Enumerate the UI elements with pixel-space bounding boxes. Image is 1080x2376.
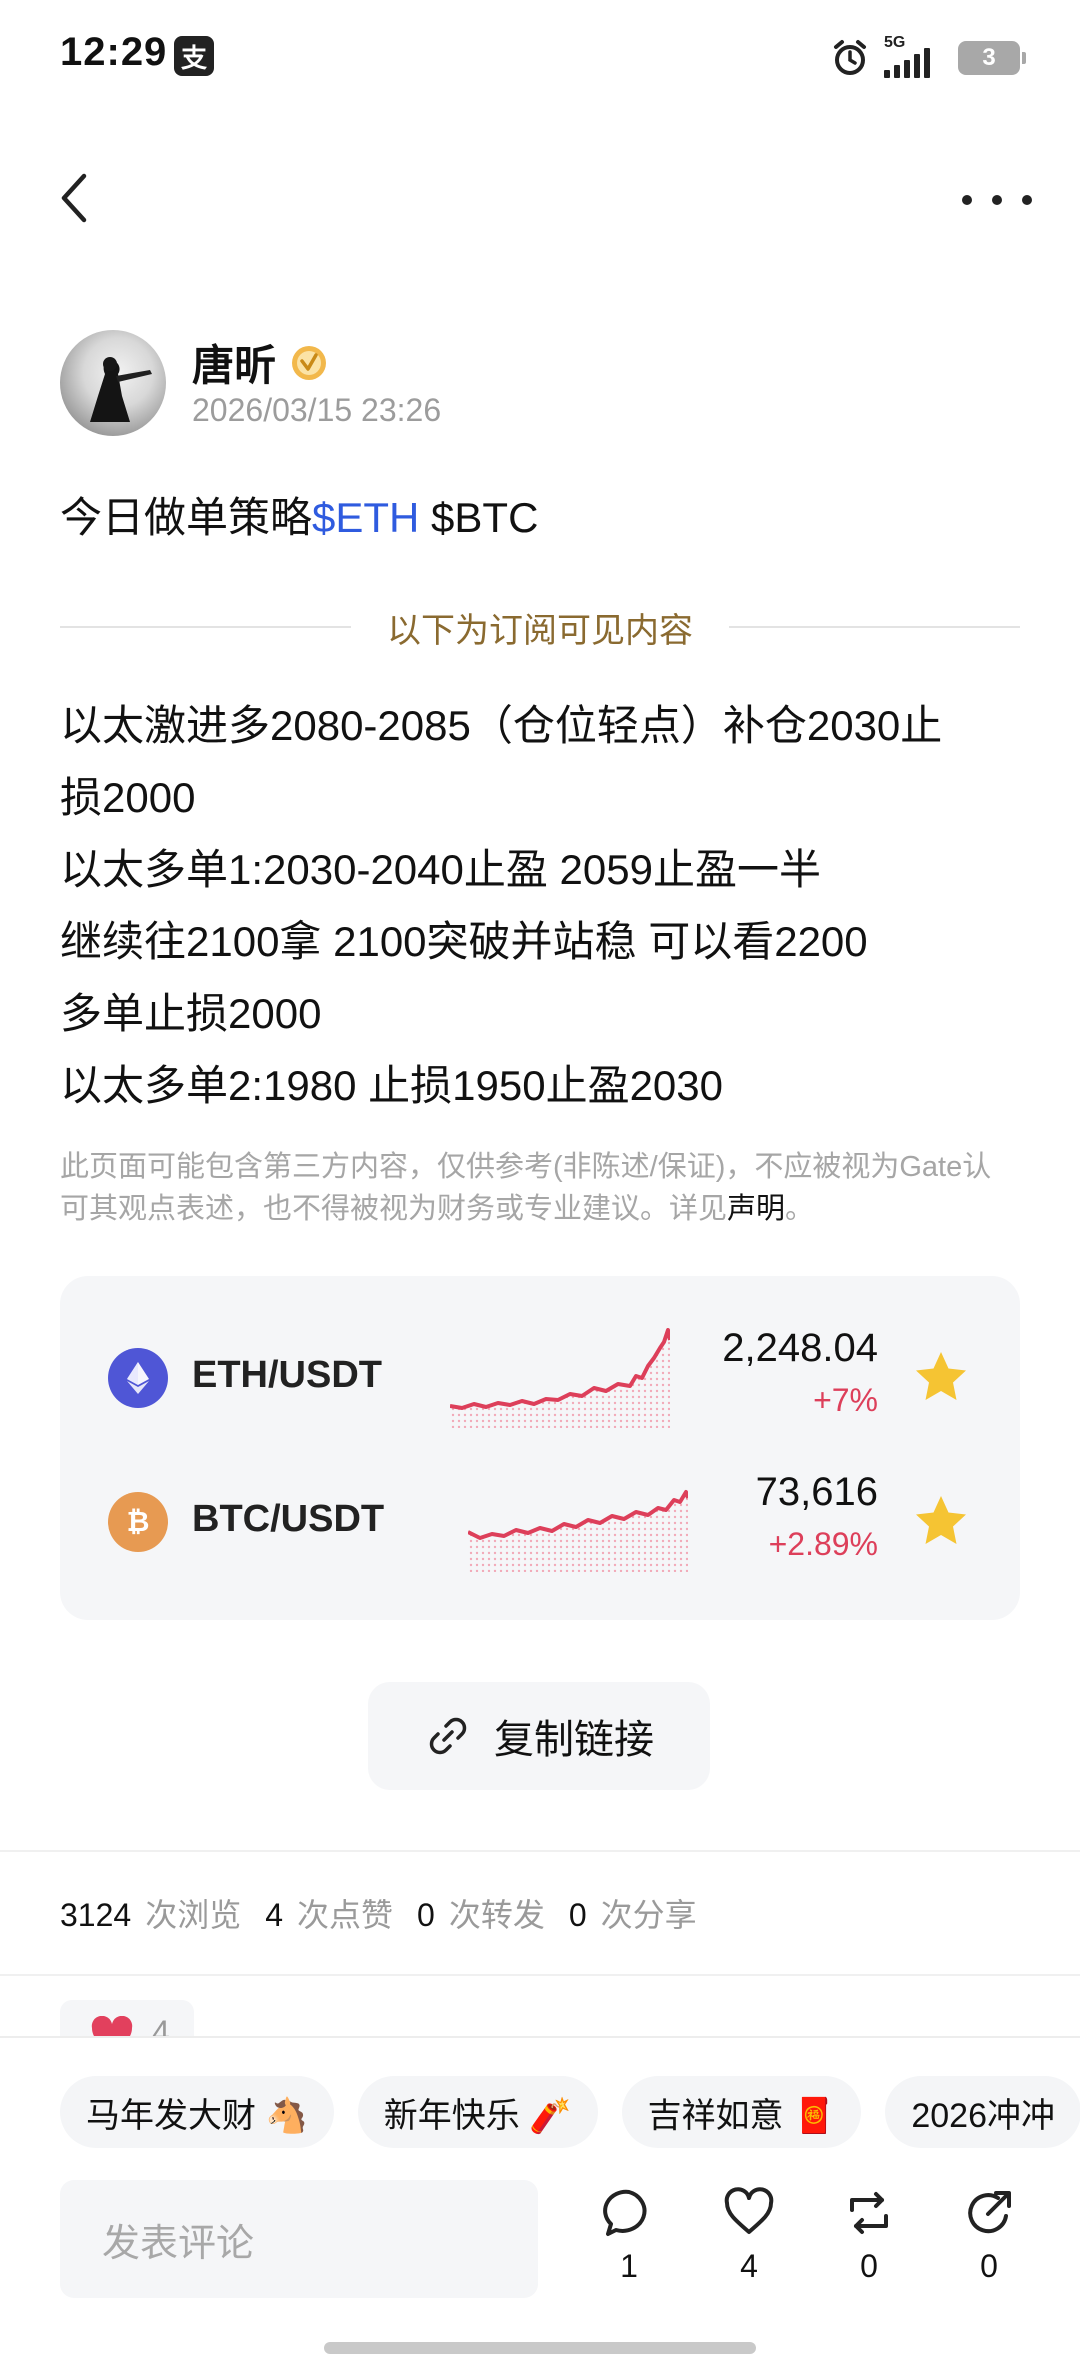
- subscriber-divider-label: 以下为订阅可见内容: [387, 611, 693, 650]
- repost-count: 0: [860, 2248, 878, 2284]
- divider: [0, 1850, 1080, 1852]
- back-arrow-icon[interactable]: [52, 170, 112, 230]
- svg-text:₿: ₿: [127, 1505, 150, 1538]
- status-time: 12:29: [60, 30, 168, 74]
- body-line: 多单止损2000: [60, 990, 322, 1037]
- home-indicator[interactable]: [324, 2342, 756, 2354]
- body-line: 继续往2100拿 2100突破并站稳 可以看2200: [60, 918, 868, 965]
- star-icon[interactable]: [912, 1348, 970, 1406]
- btc-sparkline: [468, 1490, 688, 1572]
- post-body: 以太激进多2080-2085（仓位轻点）补仓2030止 损2000 以太多单1:…: [60, 690, 1030, 1122]
- repost-button[interactable]: 0: [834, 2186, 904, 2285]
- quick-reply-chip[interactable]: 吉祥如意 🧧: [621, 2076, 862, 2148]
- eth-sparkline: [450, 1328, 670, 1428]
- quick-reply-chips: 马年发大财 🐴 新年快乐 🧨 吉祥如意 🧧 2026冲冲: [60, 2076, 1080, 2150]
- disclaimer-link[interactable]: 声明: [727, 1193, 785, 1225]
- market-card: ETH/USDT 2,248.04 +7% ₿ BTC/USDT 73,616 …: [60, 1276, 1020, 1620]
- btc-price: 73,616: [755, 1470, 878, 1514]
- post-title: 今日做单策略$ETH $BTC: [60, 484, 538, 545]
- link-icon: [429, 1717, 467, 1755]
- comment-button[interactable]: 1: [594, 2186, 664, 2285]
- bottom-panel: 马年发大财 🐴 新年快乐 🧨 吉祥如意 🧧 2026冲冲 发表评论 1 4 0 …: [0, 2036, 1080, 2376]
- eth-tag-link[interactable]: $ETH: [312, 494, 419, 541]
- avatar[interactable]: [60, 330, 166, 436]
- more-dots-icon[interactable]: [962, 180, 1032, 220]
- body-line: 以太激进多2080-2085（仓位轻点）补仓2030止: [60, 702, 943, 749]
- pair-name: ETH/USDT: [192, 1354, 382, 1396]
- bitcoin-icon: ₿: [108, 1492, 168, 1552]
- signal-icon: 5G: [884, 34, 944, 78]
- like-count: 4: [740, 2248, 758, 2284]
- nav-bar: [0, 160, 1080, 240]
- quick-reply-chip[interactable]: 马年发大财 🐴: [60, 2076, 334, 2148]
- btc-tag-link[interactable]: $BTC: [419, 494, 538, 541]
- market-row-eth[interactable]: ETH/USDT 2,248.04 +7%: [60, 1318, 1020, 1438]
- pair-name: BTC/USDT: [192, 1498, 385, 1540]
- likes-count: 4: [265, 1897, 283, 1933]
- copy-link-label: 复制链接: [494, 1718, 654, 1762]
- alipay-notification-icon: 支: [174, 36, 214, 76]
- disclaimer-text: 此页面可能包含第三方内容，仅供参考(非陈述/保证)，不应被视为Gate认可其观点…: [60, 1151, 992, 1225]
- eth-price: 2,248.04: [722, 1326, 878, 1370]
- like-button[interactable]: 4: [714, 2186, 784, 2285]
- quick-reply-chip[interactable]: 2026冲冲: [885, 2076, 1080, 2148]
- share-button[interactable]: 0: [954, 2186, 1024, 2285]
- status-bar: 12:29 支 5G 3: [0, 0, 1080, 120]
- comment-bubble-icon: [603, 2189, 647, 2236]
- status-indicators: 5G 3: [830, 34, 1026, 78]
- verified-badge-icon: [290, 344, 328, 382]
- title-text: 今日做单策略: [60, 494, 313, 541]
- subscriber-divider: 以下为订阅可见内容: [60, 602, 1020, 652]
- eth-change: +7%: [813, 1382, 878, 1418]
- quick-reply-chip[interactable]: 新年快乐 🧨: [357, 2076, 598, 2148]
- star-icon[interactable]: [912, 1492, 970, 1550]
- reposts-label: 次转发: [448, 1897, 545, 1933]
- heart-outline-icon: [724, 2187, 774, 2234]
- author-name[interactable]: 唐昕: [192, 332, 276, 393]
- disclaimer: 此页面可能包含第三方内容，仅供参考(非陈述/保证)，不应被视为Gate认可其观点…: [60, 1146, 1020, 1230]
- author-header: 唐昕 2026/03/15 23:26: [60, 330, 1020, 440]
- market-row-btc[interactable]: ₿ BTC/USDT 73,616 +2.89%: [60, 1462, 1020, 1582]
- divider: [0, 1974, 1080, 1976]
- btc-change: +2.89%: [768, 1526, 878, 1562]
- shares-label: 次分享: [600, 1897, 697, 1933]
- views-label: 次浏览: [145, 1897, 242, 1933]
- comment-input[interactable]: 发表评论: [60, 2180, 538, 2298]
- post-timestamp: 2026/03/15 23:26: [192, 392, 442, 428]
- body-line: 以太多单2:1980 止损1950止盈2030: [60, 1062, 723, 1109]
- battery-icon: 3: [958, 41, 1026, 75]
- reposts-count: 0: [417, 1897, 435, 1933]
- author-name-row: 唐昕: [192, 332, 328, 393]
- ethereum-icon: [108, 1348, 168, 1408]
- repost-icon: [850, 2192, 888, 2234]
- post-stats: 3124 次浏览 4 次点赞 0 次转发 0 次分享: [60, 1890, 721, 1936]
- views-count: 3124: [60, 1897, 132, 1933]
- likes-label: 次点赞: [297, 1897, 394, 1933]
- body-line: 以太多单1:2030-2040止盈 2059止盈一半: [60, 846, 821, 893]
- copy-link-button[interactable]: 复制链接: [368, 1682, 710, 1790]
- comment-count: 1: [620, 2248, 638, 2284]
- disclaimer-end: 。: [785, 1193, 815, 1225]
- shares-count: 0: [568, 1897, 587, 1933]
- share-count: 0: [980, 2248, 998, 2284]
- share-icon: [968, 2191, 1011, 2234]
- alarm-icon: [830, 38, 870, 78]
- body-line: 损2000: [60, 774, 196, 821]
